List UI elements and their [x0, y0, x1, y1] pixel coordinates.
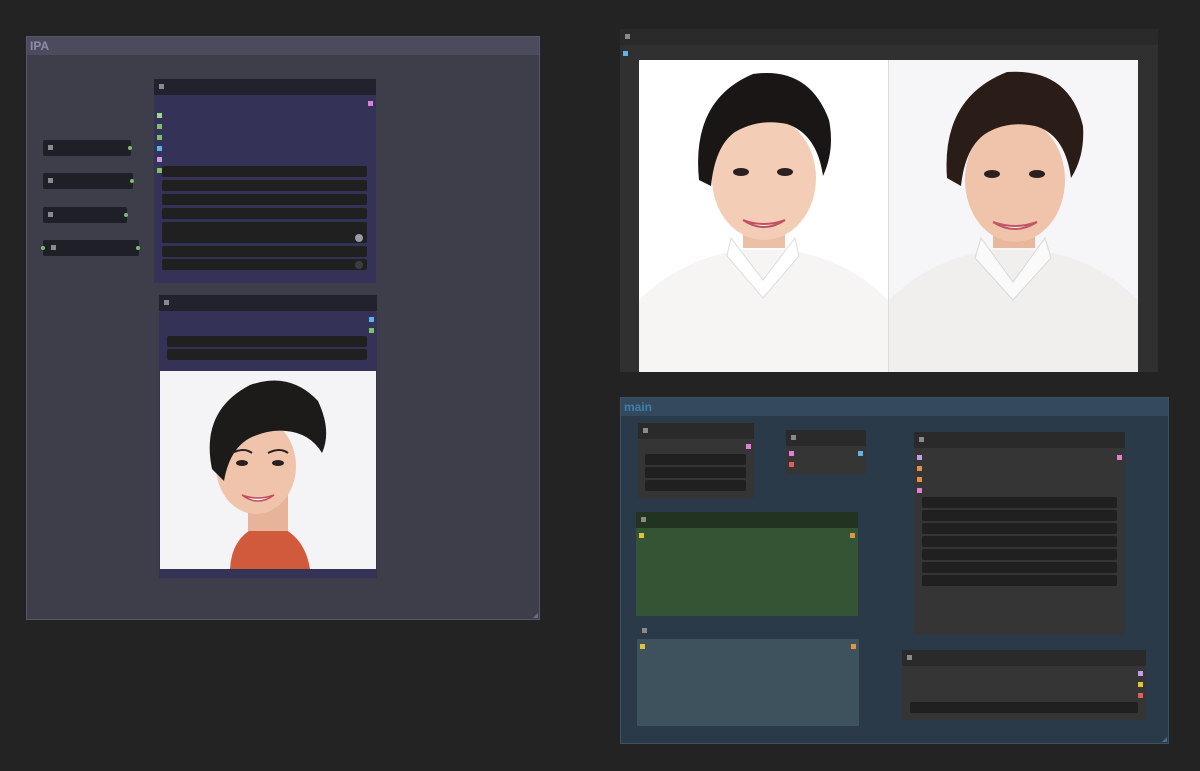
node-title-bar[interactable]	[620, 29, 1158, 45]
widget-seed[interactable]	[922, 497, 1117, 508]
widget-batch[interactable]	[910, 702, 1138, 713]
input-slot-clip[interactable]	[639, 533, 644, 538]
toggle-on-icon[interactable]	[355, 234, 363, 242]
widget-vae[interactable]	[645, 480, 746, 491]
result-image-left	[639, 60, 888, 372]
square-dot-icon	[641, 517, 646, 522]
output-slot-1[interactable]	[1138, 671, 1143, 676]
input-slot-images[interactable]	[623, 51, 628, 56]
node-title-bar[interactable]	[159, 295, 377, 311]
square-dot-icon	[642, 628, 647, 633]
ksampler-node[interactable]	[914, 432, 1125, 635]
widget-sampler[interactable]	[922, 549, 1117, 560]
widget-steps[interactable]	[922, 523, 1117, 534]
square-dot-icon	[159, 84, 164, 89]
input-slot-image[interactable]	[157, 135, 162, 140]
input-slot-clip[interactable]	[640, 644, 645, 649]
output-slot-model[interactable]	[746, 444, 751, 449]
input-slot-model[interactable]	[917, 455, 922, 460]
input-slot-latent[interactable]	[917, 488, 922, 493]
widget-control-after[interactable]	[922, 510, 1117, 521]
resize-corner-icon[interactable]	[1162, 737, 1167, 742]
widget-unfold[interactable]	[162, 259, 367, 270]
widget-scheduler[interactable]	[922, 562, 1117, 573]
input-slot-model[interactable]	[157, 113, 162, 118]
widget-embeds-scaling[interactable]	[162, 232, 367, 243]
input-slot-clip-vision[interactable]	[157, 157, 162, 162]
result-image-right	[889, 60, 1138, 372]
load-image-node[interactable]	[159, 295, 377, 578]
input-slot-negative[interactable]	[917, 477, 922, 482]
node-title-bar[interactable]	[902, 650, 1146, 666]
widget-ckpt-name[interactable]	[645, 454, 746, 465]
checkpoint-loader-node[interactable]	[638, 423, 754, 499]
output-slot[interactable]	[130, 179, 134, 183]
ipadapter-node[interactable]	[154, 79, 376, 283]
input-slot-mask[interactable]	[157, 146, 162, 151]
node-title-bar[interactable]	[154, 79, 376, 95]
square-dot-icon	[51, 245, 56, 250]
reroute-node[interactable]	[786, 430, 866, 474]
square-dot-icon	[48, 145, 53, 150]
widget-upload[interactable]	[167, 349, 367, 360]
collapsed-node-3[interactable]	[43, 207, 128, 223]
output-slot-model[interactable]	[368, 101, 373, 106]
widget-combine[interactable]	[162, 194, 367, 205]
portrait-reference-icon	[209, 380, 327, 569]
widget-weight-type[interactable]	[162, 180, 367, 191]
square-dot-icon	[919, 437, 924, 442]
square-dot-icon	[625, 34, 630, 39]
portrait-result-icon	[639, 72, 888, 372]
output-slot[interactable]	[136, 246, 140, 250]
widget-denoise[interactable]	[922, 575, 1117, 586]
node-title-bar[interactable]	[637, 623, 859, 639]
image-compare-node[interactable]	[620, 29, 1158, 372]
output-slot-conditioning[interactable]	[850, 533, 855, 538]
node-title-bar[interactable]	[914, 432, 1125, 448]
square-dot-icon	[48, 178, 53, 183]
square-dot-icon	[643, 428, 648, 433]
output-slot[interactable]	[124, 213, 128, 217]
portrait-result-icon	[889, 71, 1138, 372]
positive-prompt-node[interactable]	[636, 512, 858, 616]
input-slot-model[interactable]	[789, 451, 794, 456]
square-dot-icon	[48, 212, 53, 217]
collapsed-node-4[interactable]	[41, 240, 140, 256]
square-dot-icon	[164, 300, 169, 305]
output-slot[interactable]	[128, 146, 132, 150]
node-title-bar[interactable]	[786, 430, 866, 446]
reference-photo	[160, 371, 376, 569]
group-main-title[interactable]: main	[621, 398, 1168, 416]
widget-image-file[interactable]	[167, 336, 367, 347]
square-dot-icon	[907, 655, 912, 660]
empty-latent-node[interactable]	[902, 650, 1146, 720]
resize-corner-icon[interactable]	[533, 613, 538, 618]
output-slot-latent[interactable]	[1117, 455, 1122, 460]
output-slot-3[interactable]	[1138, 693, 1143, 698]
input-slot-ipadapter[interactable]	[157, 124, 162, 129]
widget-start-at[interactable]	[162, 208, 367, 219]
output-slot-image[interactable]	[858, 451, 863, 456]
widget-weight[interactable]	[162, 166, 367, 177]
negative-prompt-node[interactable]	[637, 623, 859, 726]
output-slot-2[interactable]	[1138, 682, 1143, 687]
input-slot-positive[interactable]	[917, 466, 922, 471]
output-slot-mask[interactable]	[369, 328, 374, 333]
node-title-bar[interactable]	[636, 512, 858, 528]
input-slot[interactable]	[41, 246, 45, 250]
group-ipa-title[interactable]: IPA	[27, 37, 539, 55]
square-dot-icon	[791, 435, 796, 440]
widget-cfg[interactable]	[922, 536, 1117, 547]
widget-clip[interactable]	[645, 467, 746, 478]
collapsed-node-1[interactable]	[43, 140, 132, 156]
node-title-bar[interactable]	[638, 423, 754, 439]
output-slot-conditioning[interactable]	[851, 644, 856, 649]
input-slot-latent[interactable]	[789, 462, 794, 467]
output-slot-image[interactable]	[369, 317, 374, 322]
widget-noise[interactable]	[162, 246, 367, 257]
collapsed-node-2[interactable]	[43, 173, 134, 189]
toggle-off-icon[interactable]	[355, 261, 363, 269]
